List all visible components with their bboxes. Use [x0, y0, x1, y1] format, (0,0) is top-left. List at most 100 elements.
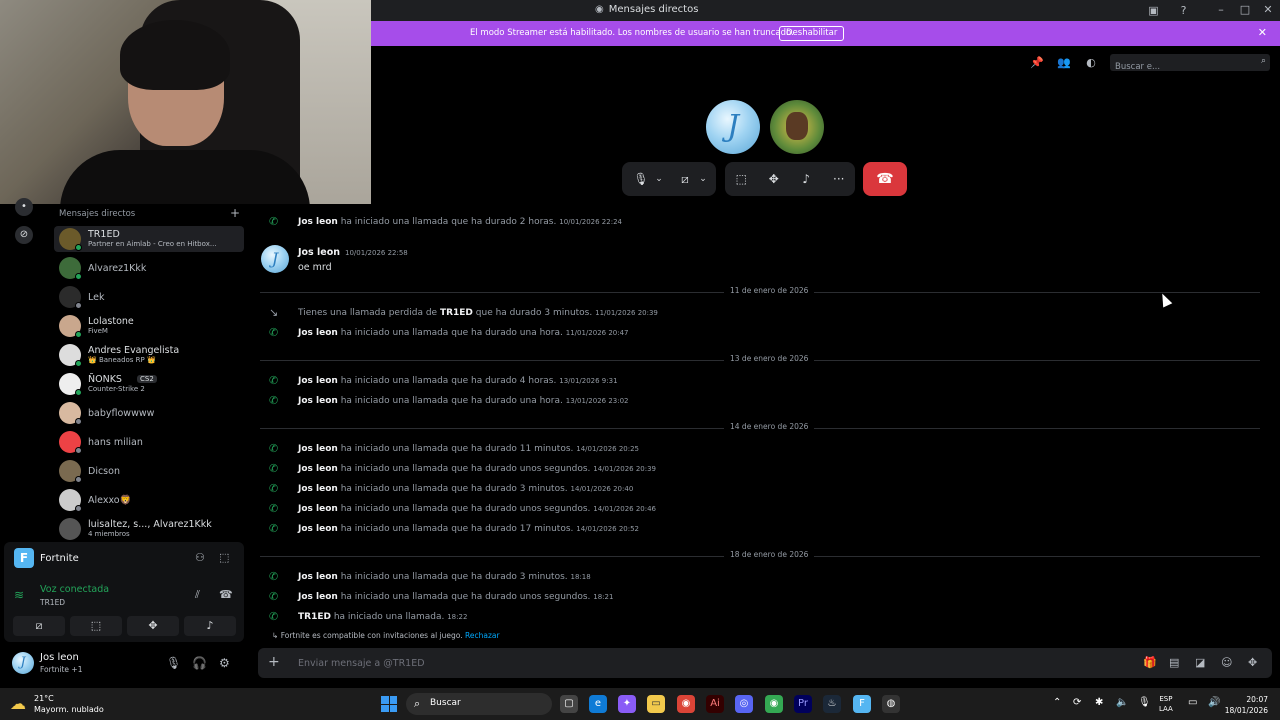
search-input[interactable] — [1110, 58, 1250, 76]
game-activity[interactable]: F Fortnite — [14, 548, 79, 568]
speaker-icon[interactable]: 🔊 — [1208, 697, 1220, 708]
mic-options-icon[interactable]: ⌄ — [652, 168, 666, 190]
call-author[interactable]: Jos leon — [298, 524, 338, 534]
banner-close-icon[interactable]: ✕ — [1258, 26, 1267, 39]
discord-taskbar-icon[interactable]: ◎ — [735, 695, 753, 713]
mic-icon[interactable]: 🎙 — [630, 168, 652, 190]
screenshare-button[interactable]: ⬚ — [70, 616, 122, 636]
add-dm-icon[interactable]: + — [230, 206, 240, 220]
call-author[interactable]: TR1ED — [440, 308, 473, 318]
steam-icon[interactable]: ♨ — [823, 695, 841, 713]
call-author[interactable]: Jos leon — [298, 396, 338, 406]
soundboard-button[interactable]: ♪ — [184, 616, 236, 636]
disconnect-icon[interactable]: ☎ — [219, 588, 233, 601]
sticker-icon[interactable]: ◪ — [1195, 656, 1205, 669]
disable-streamer-button[interactable]: Deshabilitar — [779, 26, 845, 41]
user-avatar[interactable]: J — [12, 652, 34, 674]
camera-options-icon[interactable]: ⌄ — [696, 168, 710, 190]
help-icon[interactable]: ? — [1176, 3, 1191, 18]
chrome-icon[interactable]: ◉ — [677, 695, 695, 713]
message-author[interactable]: Jos leon 10/01/2026 22:58 — [298, 247, 408, 258]
call-author[interactable]: Jos leon — [298, 464, 338, 474]
dm-item[interactable]: ÑONKS CS2 Counter-Strike 2 — [54, 371, 244, 397]
task-view-icon[interactable]: ▢ — [560, 695, 578, 713]
call-author[interactable]: Jos leon — [298, 484, 338, 494]
call-avatar-tr1ed[interactable] — [770, 100, 824, 154]
dm-item[interactable]: luisaltez, s..., Alvarez1Kkk 4 miembros — [54, 516, 244, 542]
noise-suppression-icon[interactable]: ⫽ — [195, 588, 200, 602]
edge-icon[interactable]: e — [589, 695, 607, 713]
mute-mic-icon[interactable]: 🎙 — [166, 656, 181, 670]
sync-icon[interactable]: ⟳ — [1073, 697, 1081, 708]
pin-icon[interactable]: 📌 — [1029, 55, 1045, 71]
profile-icon[interactable]: ◐ — [1083, 55, 1099, 71]
attach-plus-icon[interactable]: + — [268, 654, 280, 670]
camera-button[interactable]: ⧄ — [13, 616, 65, 636]
settings-gear-icon[interactable]: ⚙ — [219, 656, 230, 670]
dm-item[interactable]: Alexxo🦁 — [54, 487, 244, 513]
activities-button[interactable]: ✥ — [127, 616, 179, 636]
tray-chevron-icon[interactable]: ⌃ — [1053, 697, 1061, 708]
more-icon[interactable]: ··· — [828, 168, 850, 190]
language-indicator[interactable]: ESP LAA — [1159, 694, 1173, 714]
soundboard-icon[interactable]: ♪ — [795, 168, 817, 190]
game-screen-icon[interactable]: ⬚ — [219, 551, 229, 564]
message-avatar[interactable]: J — [261, 245, 289, 273]
emoji-icon[interactable]: ☺ — [1221, 656, 1232, 669]
maximize-icon[interactable]: □ — [1238, 3, 1252, 17]
fortnite-taskbar-icon[interactable]: F — [853, 695, 871, 713]
gif-icon[interactable]: ▤ — [1169, 656, 1179, 669]
call-author[interactable]: Jos leon — [298, 328, 338, 338]
fan-icon[interactable]: ✱ — [1095, 697, 1103, 708]
file-explorer-icon[interactable]: ▭ — [647, 695, 665, 713]
call-author[interactable]: Jos leon — [298, 376, 338, 386]
mic-tray-icon[interactable]: 🎙 — [1138, 697, 1151, 708]
windows-start-icon[interactable] — [381, 696, 397, 712]
decline-link[interactable]: Rechazar — [465, 631, 500, 640]
activities-icon[interactable]: ✥ — [763, 168, 785, 190]
call-author[interactable]: Jos leon — [298, 592, 338, 602]
dm-item[interactable]: Andres Evangelista 👑 Baneados RP 👑 — [54, 342, 244, 368]
premiere-icon[interactable]: Pr — [794, 695, 812, 713]
headphones-icon[interactable]: 🎧 — [192, 656, 207, 670]
message-input[interactable] — [298, 655, 1098, 671]
call-author[interactable]: Jos leon — [298, 444, 338, 454]
game-badge: CS2 — [137, 375, 157, 383]
dm-item[interactable]: Lolastone FiveM — [54, 313, 244, 339]
call-author[interactable]: TR1ED — [298, 612, 331, 622]
taskbar-search[interactable]: ⌕ Buscar — [406, 693, 552, 715]
app-icon[interactable]: ◍ — [882, 695, 900, 713]
screenshare-icon[interactable]: ⬚ — [730, 168, 752, 190]
inbox-icon[interactable]: ▣ — [1146, 3, 1161, 18]
dm-item[interactable]: Lek — [54, 284, 244, 310]
gift-icon[interactable]: 🎁 — [1143, 656, 1157, 669]
presence-status-icon — [75, 389, 82, 396]
invite-icon[interactable]: ⚇ — [195, 551, 205, 564]
taskbar-clock[interactable]: 20:07 18/01/2026 — [1224, 694, 1268, 716]
apps-icon[interactable]: ✥ — [1248, 656, 1257, 669]
call-author[interactable]: Jos leon — [298, 572, 338, 582]
call-author[interactable]: Jos leon — [298, 217, 338, 227]
minimize-icon[interactable]: – — [1214, 3, 1228, 17]
dm-item[interactable]: Alvarez1Kkk — [54, 255, 244, 281]
illustrator-icon[interactable]: Ai — [706, 695, 724, 713]
volume-icon[interactable]: 🔈 — [1116, 697, 1128, 708]
dm-item[interactable]: TR1ED Partner en Aimlab - Creo en Hitbox.… — [54, 226, 244, 252]
copilot-icon[interactable]: ✦ — [618, 695, 636, 713]
call-avatar-jos-leon[interactable]: J — [706, 100, 760, 154]
discover-icon[interactable]: ⊘ — [15, 226, 33, 244]
server-icon[interactable]: • — [15, 198, 33, 216]
dm-item[interactable]: hans milian — [54, 429, 244, 455]
voice-connected-label[interactable]: Voz conectada — [40, 584, 109, 595]
network-icon[interactable]: ▭ — [1188, 697, 1197, 708]
user-name[interactable]: Jos leon — [40, 652, 79, 663]
hangup-button[interactable]: ☎ — [863, 162, 907, 196]
add-friend-icon[interactable]: 👥 — [1056, 55, 1072, 71]
call-author[interactable]: Jos leon — [298, 504, 338, 514]
camera-off-icon[interactable]: ⧄ — [674, 168, 696, 190]
dm-item[interactable]: Dicson — [54, 458, 244, 484]
call-timestamp: 14/01/2026 20:52 — [576, 525, 639, 533]
window-close-icon[interactable]: ✕ — [1261, 3, 1275, 17]
dm-item[interactable]: babyflowwww — [54, 400, 244, 426]
chrome-profile-icon[interactable]: ◉ — [765, 695, 783, 713]
